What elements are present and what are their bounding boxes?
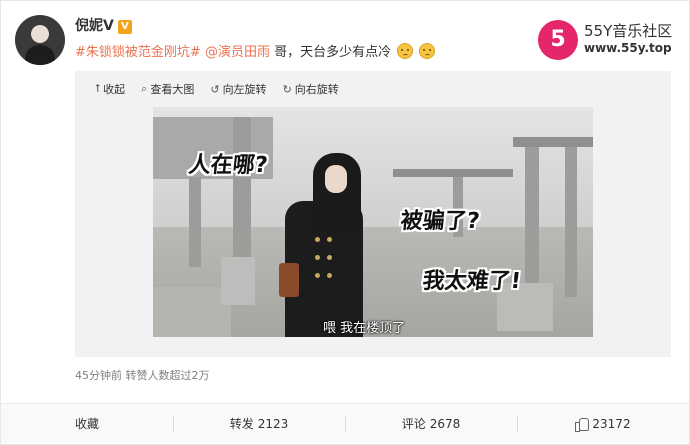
watermark-logo: 5 55Y音乐社区 www.55y.top [538, 18, 683, 62]
rotate-left-label: 向左旋转 [222, 83, 267, 96]
media-toolbar: ⭡ 收起 ⌕ 查看大图 ↺ 向左旋转 ↻ 向右旋转 [95, 81, 339, 97]
rotate-right-label: 向右旋转 [294, 83, 339, 96]
mention-link[interactable]: @演员田雨 [205, 45, 270, 60]
post-time[interactable]: 45分钟前 [75, 369, 122, 382]
logo-site-url: www.55y.top [584, 41, 672, 55]
comment-label: 评论 [401, 417, 426, 431]
repost-count: 2123 [257, 416, 289, 431]
media-expanded-panel: ⭡ 收起 ⌕ 查看大图 ↺ 向左旋转 ↻ 向右旋转 人在哪? 被骗了? 我太难了… [75, 71, 671, 357]
thumbs-up-icon [575, 417, 590, 432]
post-image[interactable]: 人在哪? 被骗了? 我太难了! 喂 我在楼顶了 [153, 107, 593, 337]
comment-count: 2678 [429, 416, 461, 431]
coat-button-dot [327, 237, 332, 242]
rotate-left-button[interactable]: ↺ 向左旋转 [210, 81, 266, 97]
zoom-icon: ⌕ [141, 82, 148, 95]
post-meta: 45分钟前 转赞人数超过2万 [75, 367, 210, 383]
post-body-text: 哥，天台多少有点冷 [274, 45, 392, 60]
collapse-label: 收起 [103, 83, 126, 96]
logo-mark-icon: 5 [538, 20, 578, 60]
image-person-face [325, 165, 347, 193]
image-pillar [565, 147, 577, 297]
weibo-post: 倪妮V V #朱锁锁被范金刚坑# @演员田雨 哥，天台多少有点冷 5 55Y音乐社… [0, 0, 690, 445]
verified-badge-icon: V [117, 20, 132, 34]
comment-button[interactable]: 评论 2678 [345, 404, 517, 443]
coat-button-dot [327, 255, 332, 260]
repost-button[interactable]: 转发 2123 [173, 404, 345, 443]
view-large-label: 查看大图 [150, 83, 195, 96]
logo-site-name: 55Y音乐社区 [584, 22, 673, 40]
repost-label: 转发 [229, 417, 254, 431]
image-coat-buttons [315, 237, 335, 297]
meme-text-cheated: 被骗了? [399, 209, 481, 234]
collect-button[interactable]: 收藏 [1, 404, 173, 443]
image-block [153, 287, 231, 337]
image-block [221, 257, 255, 305]
post-action-bar: 收藏 转发 2123 评论 2678 23172 [1, 403, 689, 443]
username-text[interactable]: 倪妮V [75, 18, 114, 34]
coat-button-dot [315, 255, 320, 260]
meme-text-too-hard: 我太难了! [421, 269, 523, 294]
collapse-button[interactable]: ⭡ 收起 [95, 81, 125, 97]
coat-button-dot [327, 273, 332, 278]
sad-face-icon [397, 43, 414, 59]
post-text: #朱锁锁被范金刚坑# @演员田雨 哥，天台多少有点冷 [75, 41, 436, 60]
rotate-right-button[interactable]: ↻ 向右旋转 [283, 81, 339, 97]
meme-text-where: 人在哪? [187, 153, 269, 178]
avatar-figure [25, 45, 55, 65]
image-beam [393, 169, 513, 177]
image-beam [513, 137, 593, 147]
like-button[interactable]: 23172 [517, 404, 689, 443]
coat-button-dot [315, 273, 320, 278]
rotate-left-icon: ↺ [210, 82, 220, 96]
sad-face-icon [419, 43, 436, 59]
post-meta-note: 转赞人数超过2万 [125, 369, 210, 382]
username[interactable]: 倪妮V V [75, 15, 132, 35]
like-count: 23172 [592, 416, 631, 431]
view-large-button[interactable]: ⌕ 查看大图 [141, 81, 194, 97]
image-subtitle: 喂 我在楼顶了 [323, 321, 406, 336]
image-handbag [279, 263, 299, 297]
collapse-icon: ⭡ [95, 82, 101, 95]
rotate-right-icon: ↻ [282, 82, 292, 96]
topic-link[interactable]: #朱锁锁被范金刚坑# [75, 45, 201, 60]
avatar[interactable] [15, 15, 65, 65]
collect-label: 收藏 [74, 417, 99, 431]
coat-button-dot [315, 237, 320, 242]
image-pillar [189, 177, 201, 267]
logo-number: 5 [550, 27, 566, 52]
